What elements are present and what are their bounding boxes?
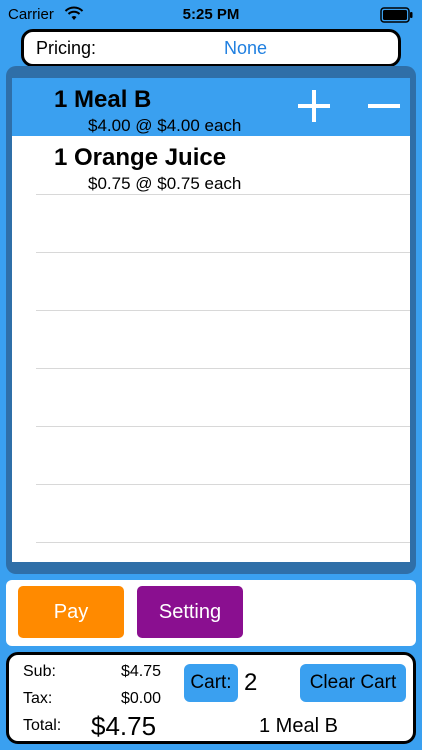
clear-cart-button[interactable]: Clear Cart [300,664,406,702]
setting-button[interactable]: Setting [137,586,243,638]
pay-button[interactable]: Pay [18,586,124,638]
pricing-value[interactable]: None [224,38,267,59]
cart-row-title: 1 Meal B [54,86,152,113]
row-separator [36,426,410,427]
pricing-selector[interactable]: Pricing: None [21,29,401,67]
cart-row[interactable]: 1 Orange Juice $0.75 @ $0.75 each [12,136,410,194]
subtotal-value: $4.75 [120,663,161,680]
cart-count: 2 [244,669,258,696]
minus-icon[interactable] [362,86,406,126]
action-panel: Pay Setting [6,580,416,646]
last-item-label: 1 Meal B [259,715,338,737]
row-separator [36,252,410,253]
total-value: $4.75 [91,711,157,741]
subtotal-label: Sub: [23,663,56,680]
tax-value: $0.00 [120,690,161,707]
cart-frame: 1 Meal B $4.00 @ $4.00 each 1 Orange Jui… [6,66,416,574]
row-separator [36,542,410,543]
row-separator [36,194,410,195]
status-bar: Carrier 5:25 PM [0,0,422,30]
total-label: Total: [23,717,62,734]
cart-list[interactable]: 1 Meal B $4.00 @ $4.00 each 1 Orange Jui… [12,78,410,562]
battery-icon [380,7,413,23]
clock-label: 5:25 PM [182,6,240,23]
row-separator [36,310,410,311]
plus-icon[interactable] [292,86,336,126]
cart-row-title: 1 Orange Juice [54,144,227,171]
totals-panel: Sub: $4.75 Tax: $0.00 Total: $4.75 Cart:… [6,652,416,744]
cart-button[interactable]: Cart: [184,664,238,702]
cart-row[interactable]: 1 Meal B $4.00 @ $4.00 each [12,78,410,136]
pricing-label: Pricing: [36,38,97,58]
row-separator [36,484,410,485]
row-separator [36,368,410,369]
cart-row-detail: $4.00 @ $4.00 each [88,116,242,135]
tax-label: Tax: [23,690,53,707]
cart-row-detail: $0.75 @ $0.75 each [88,174,242,193]
